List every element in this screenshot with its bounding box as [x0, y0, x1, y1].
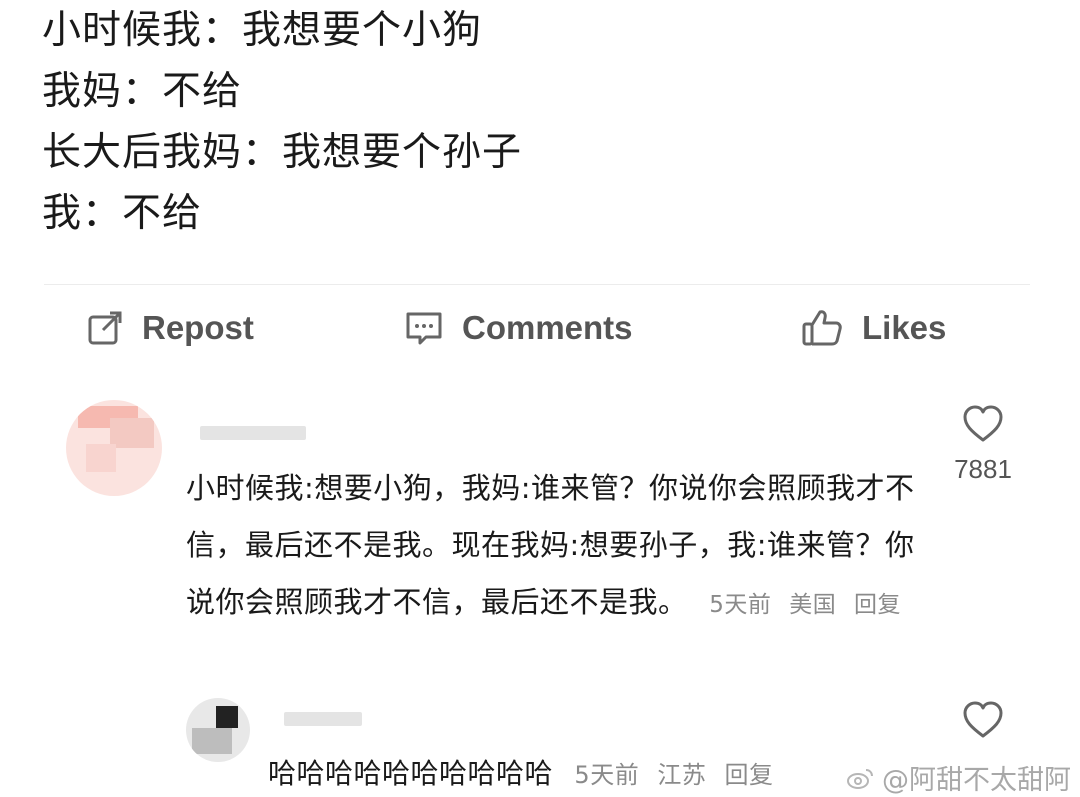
share-edit-icon [88, 311, 122, 345]
repost-button[interactable]: Repost [86, 300, 254, 356]
post-body: 小时候我：我想要个小狗 我妈：不给 长大后我妈：我想要个孙子 我：不给 [42, 0, 522, 244]
comment-bubble-icon [406, 312, 442, 345]
weibo-logo-icon [847, 768, 873, 789]
reply-time: 5天前 [574, 761, 640, 789]
reply-like[interactable] [946, 700, 1020, 744]
comment-time: 5天前 [709, 592, 772, 618]
likes-label: Likes [862, 309, 947, 346]
heart-icon[interactable] [961, 700, 1005, 740]
comment-like[interactable]: 7881 [946, 404, 1020, 485]
likes-button[interactable]: Likes [800, 300, 946, 356]
reply-text: 哈哈哈哈哈哈哈哈哈哈 5天前 江苏 回复 [268, 752, 783, 797]
post-line-1: 小时候我：我想要个小狗 [42, 8, 483, 53]
post-line-2: 我妈：不给 [42, 69, 243, 114]
post-line-4: 我：不给 [42, 191, 203, 236]
post-line-3: 长大后我妈：我想要个孙子 [42, 130, 523, 175]
comments-button[interactable]: Comments [404, 300, 633, 356]
avatar[interactable] [186, 698, 250, 762]
reply-location: 江苏 [657, 761, 707, 789]
reply-link[interactable]: 回复 [724, 761, 773, 789]
reply-body: 哈哈哈哈哈哈哈哈哈哈 [268, 757, 554, 790]
reply-link[interactable]: 回复 [854, 592, 901, 618]
heart-icon[interactable] [961, 404, 1005, 444]
username-blurred[interactable] [284, 712, 362, 726]
action-bar: Repost Comments Likes [0, 300, 1080, 356]
comments-label: Comments [462, 309, 633, 346]
reply-meta: 5天前 江苏 回复 [574, 761, 783, 789]
divider [44, 284, 1030, 285]
like-count: 7881 [954, 454, 1012, 484]
watermark: @阿甜不太甜阿 [846, 758, 1071, 797]
watermark-text: @阿甜不太甜阿 [882, 765, 1071, 796]
comment-location: 美国 [789, 592, 837, 618]
comment-text: 小时候我:想要小狗，我妈:谁来管？你说你会照顾我才不信，最后还不是我。现在我妈:… [186, 460, 916, 634]
thumbs-up-icon [802, 310, 842, 346]
comment-meta: 5天前 美国 回复 [709, 592, 911, 618]
username-blurred[interactable] [200, 426, 306, 440]
avatar[interactable] [66, 400, 162, 496]
repost-label: Repost [142, 309, 254, 346]
